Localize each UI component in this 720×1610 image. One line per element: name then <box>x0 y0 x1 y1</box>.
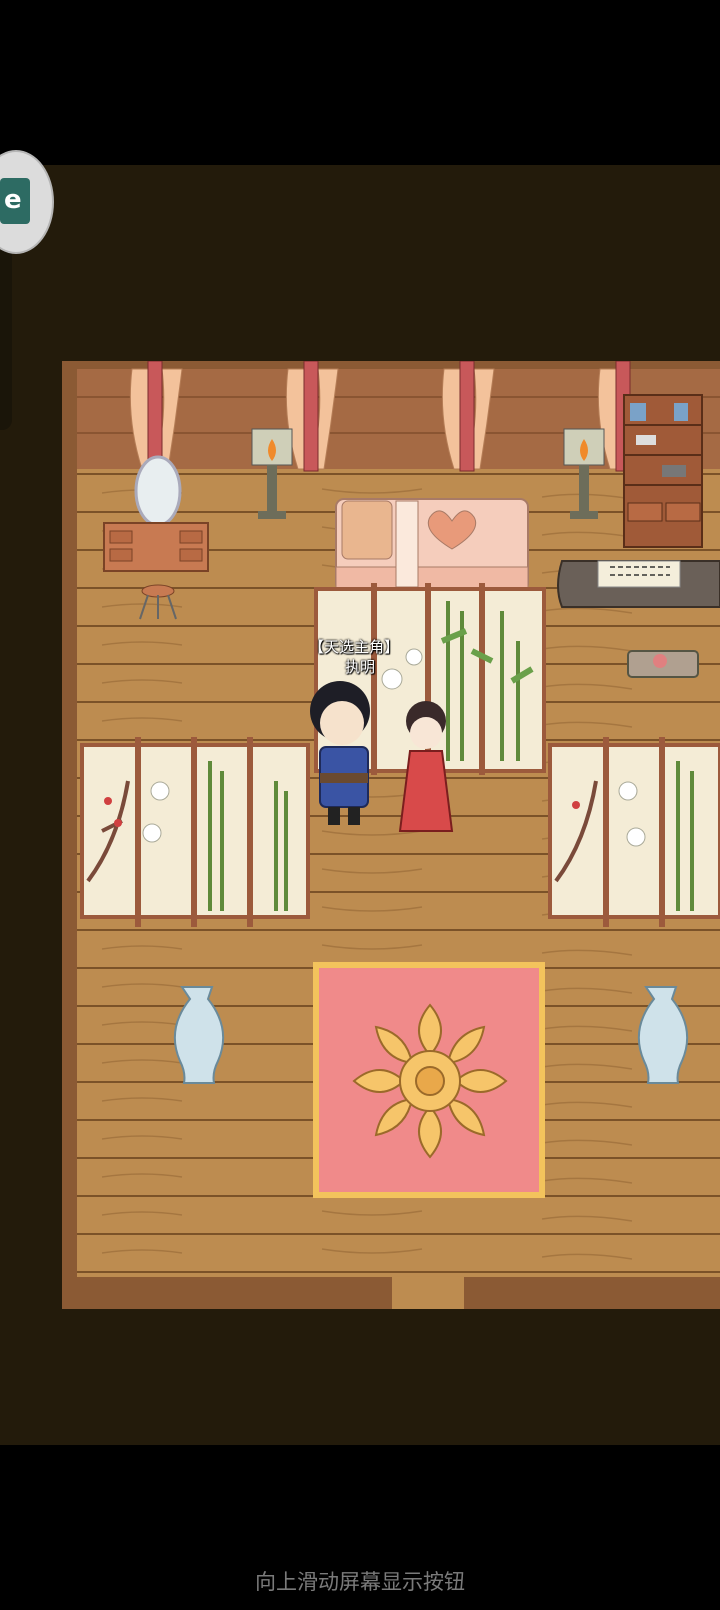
floral-rug <box>313 962 545 1198</box>
bed <box>335 498 529 592</box>
folding-screen-left <box>80 737 310 927</box>
swipe-hint-text: 向上滑动屏幕显示按钮 <box>255 1570 465 1594</box>
small-stool <box>627 650 699 678</box>
writing-desk <box>557 560 720 608</box>
bookshelf <box>623 394 703 548</box>
side-panel-edge <box>0 245 12 430</box>
folding-screen-right <box>548 737 720 927</box>
character-name-label: 执明 <box>344 658 375 676</box>
menu-icon-glyph: e <box>4 185 22 215</box>
bedroom-scene[interactable] <box>62 361 720 1309</box>
room-drawing <box>62 361 720 1309</box>
character-title-label: 【天选主角】 <box>308 638 399 656</box>
doorway <box>392 1277 464 1309</box>
companion-character <box>398 701 454 832</box>
